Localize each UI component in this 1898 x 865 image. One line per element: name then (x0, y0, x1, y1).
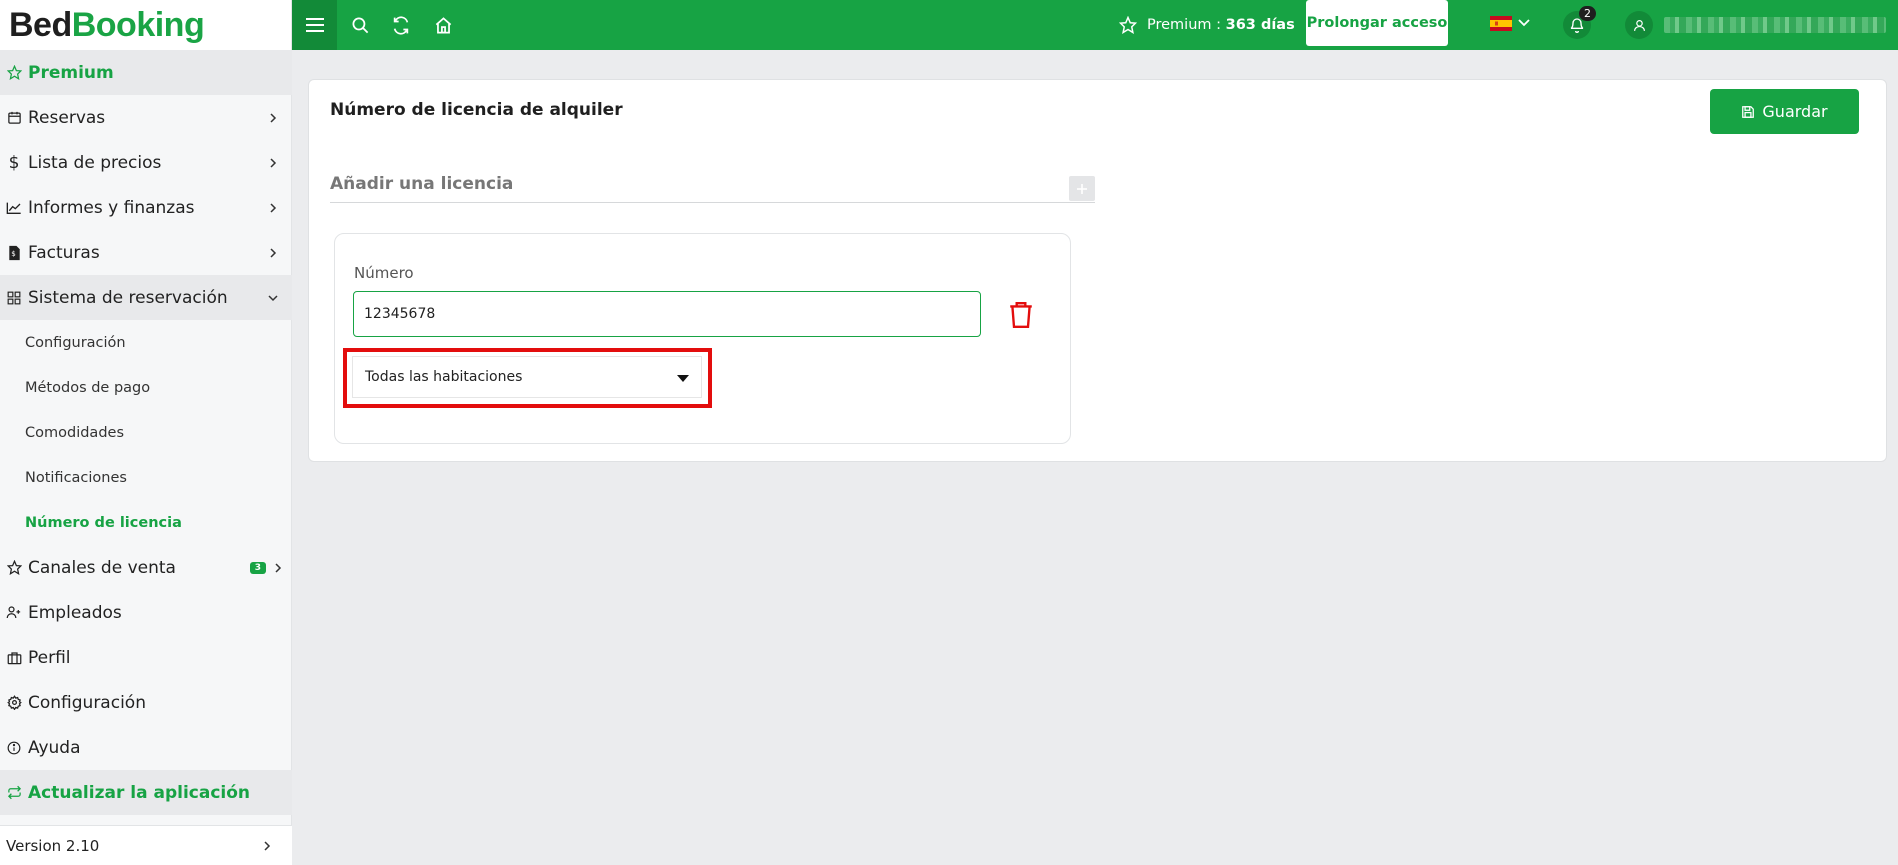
sidebar-item-label: Actualizar la aplicación (28, 782, 251, 803)
user-plus-icon (0, 605, 28, 620)
chevron-right-icon (258, 112, 288, 123)
plus-icon (1077, 183, 1087, 194)
sidebar-item-label: Canales de venta (28, 557, 176, 578)
dollar-icon: $ (8, 152, 20, 173)
license-card: Número de licencia de alquiler Guardar A… (308, 79, 1887, 462)
menu-icon[interactable] (292, 0, 337, 50)
calendar-icon (0, 110, 28, 125)
chevron-right-icon (258, 157, 288, 168)
chevron-down-icon (258, 293, 288, 303)
caret-down-icon (677, 375, 689, 382)
license-entry: Número Todas las habitaciones (334, 233, 1071, 444)
sidebar-subitem-configuracion[interactable]: Configuración (25, 320, 126, 365)
sidebar-subitem-numero-licencia[interactable]: Número de licencia (25, 500, 182, 545)
save-button[interactable]: Guardar (1710, 89, 1859, 134)
add-license-button[interactable] (1069, 176, 1095, 201)
chevron-right-icon (258, 247, 288, 258)
add-license-label: Añadir una licencia (330, 174, 514, 194)
version-label: Version 2.10 (6, 836, 100, 855)
sidebar-item-label: Empleados (28, 602, 122, 623)
save-label: Guardar (1762, 102, 1828, 121)
rooms-select[interactable]: Todas las habitaciones (352, 356, 702, 398)
sidebar: Bed Booking Premium Reservas $ Lista de p… (0, 0, 292, 865)
sidebar-item-sistema[interactable]: Sistema de reservación (0, 275, 292, 320)
sidebar-item-label: Premium (28, 62, 114, 83)
user-name-redacted[interactable] (1664, 17, 1886, 33)
home-icon[interactable] (423, 0, 463, 50)
sidebar-item-canales[interactable]: Canales de venta 3 (0, 545, 292, 590)
sidebar-subitem-metodos-pago[interactable]: Métodos de pago (25, 365, 150, 410)
notification-count-badge: 2 (1579, 6, 1596, 21)
sidebar-subitem-notificaciones[interactable]: Notificaciones (25, 455, 127, 500)
premium-days: 363 días (1225, 17, 1295, 33)
app-logo[interactable]: Bed Booking (0, 0, 291, 50)
sidebar-item-premium[interactable]: Premium (0, 50, 292, 95)
sidebar-subitem-comodidades[interactable]: Comodidades (25, 410, 124, 455)
chart-line-icon (0, 201, 28, 215)
info-icon (0, 741, 28, 755)
grid-icon (0, 291, 28, 305)
refresh-icon (0, 785, 28, 800)
sidebar-item-label: Reservas (28, 107, 106, 128)
premium-label: Premium : (1147, 17, 1222, 33)
license-number-input[interactable] (353, 291, 981, 337)
chevron-right-icon (268, 562, 288, 573)
sidebar-item-label: Lista de precios (28, 152, 162, 173)
sidebar-item-label: Informes y finanzas (28, 197, 195, 218)
sidebar-item-ayuda[interactable]: Ayuda (0, 725, 292, 770)
topbar: Premium : 363 días Prolongar acceso 2 (292, 0, 1898, 50)
rooms-select-value: Todas las habitaciones (365, 369, 523, 385)
sidebar-item-empleados[interactable]: Empleados (0, 590, 292, 635)
sidebar-item-perfil[interactable]: Perfil (0, 635, 292, 680)
delete-trash-icon[interactable] (1008, 301, 1034, 329)
sidebar-item-label: Configuración (28, 692, 146, 713)
highlight-box: Todas las habitaciones (343, 348, 712, 408)
sync-icon[interactable] (381, 0, 421, 50)
sidebar-item-label: Perfil (28, 647, 71, 668)
sidebar-item-informes[interactable]: Informes y finanzas (0, 185, 292, 230)
count-badge: 3 (249, 561, 266, 574)
sidebar-item-precios[interactable]: $ Lista de precios (0, 140, 292, 185)
briefcase-icon (0, 651, 28, 665)
search-icon[interactable] (340, 0, 380, 50)
svg-text:$: $ (11, 249, 16, 258)
user-avatar-icon[interactable] (1625, 11, 1653, 39)
chevron-right-icon (258, 202, 288, 213)
invoice-icon: $ (0, 245, 28, 261)
save-icon (1742, 105, 1755, 118)
sidebar-item-label: Facturas (28, 242, 100, 263)
sidebar-item-reservas[interactable]: Reservas (0, 95, 292, 140)
spain-flag-icon[interactable] (1490, 16, 1512, 31)
chevron-down-icon[interactable] (1517, 15, 1531, 29)
sidebar-item-label: Ayuda (28, 737, 81, 758)
sidebar-item-actualizar[interactable]: Actualizar la aplicación (0, 770, 292, 815)
number-label: Número (354, 264, 414, 282)
version-info[interactable]: Version 2.10 (0, 825, 292, 865)
add-license-row: Añadir una licencia (330, 172, 1095, 203)
gear-icon (0, 695, 28, 710)
star-icon (0, 560, 28, 575)
star-icon (1119, 16, 1137, 34)
premium-status: Premium : 363 días (1119, 0, 1295, 50)
sidebar-item-facturas[interactable]: $ Facturas (0, 230, 292, 275)
star-icon (0, 65, 28, 80)
sidebar-item-configuracion[interactable]: Configuración (0, 680, 292, 725)
page-title: Número de licencia de alquiler (330, 100, 623, 120)
chevron-right-icon (252, 840, 282, 851)
sidebar-item-label: Sistema de reservación (28, 287, 228, 308)
prolongar-acceso-button[interactable]: Prolongar acceso (1306, 0, 1448, 46)
